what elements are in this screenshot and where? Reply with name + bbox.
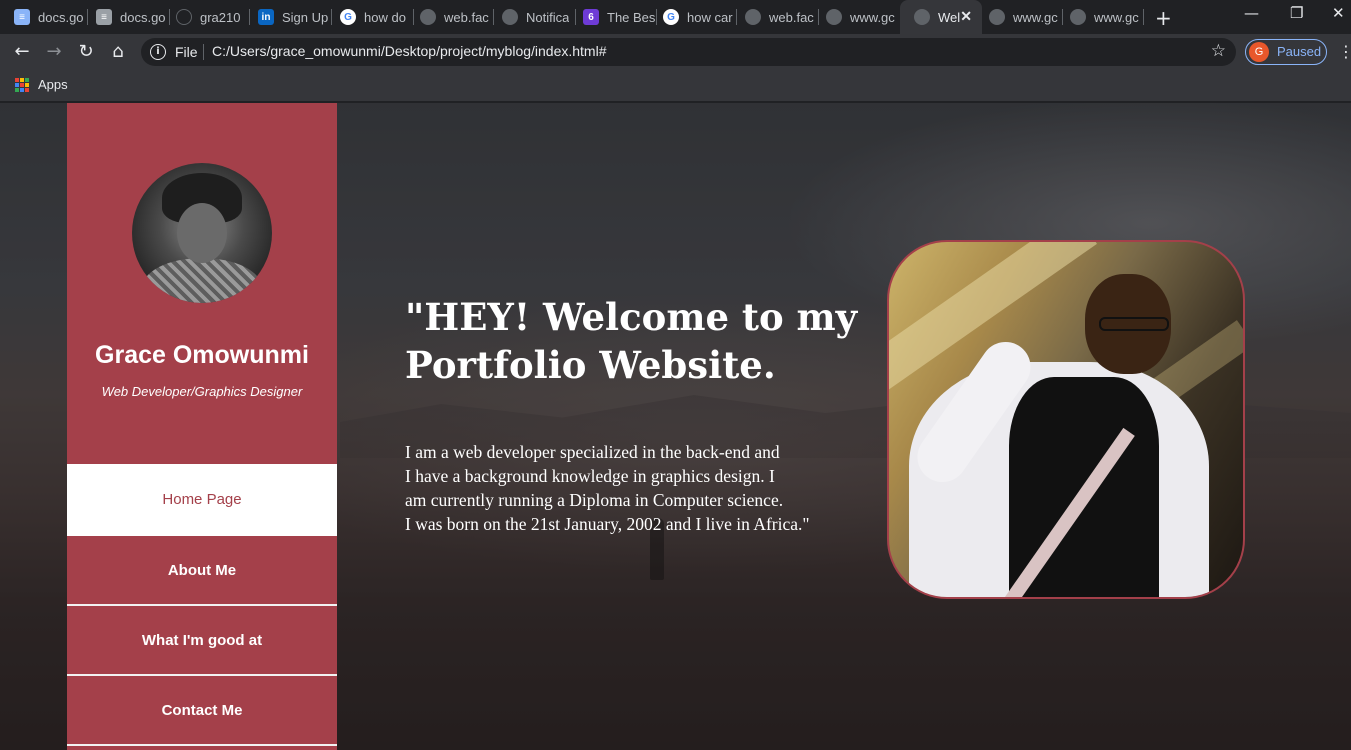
back-icon[interactable]: ← (10, 40, 34, 64)
intro-line: I am a web developer specialized in the … (405, 442, 780, 462)
intro-line: I was born on the 21st January, 2002 and… (405, 514, 810, 534)
hero-title: "HEY! Welcome to my Portfolio Website. (405, 293, 885, 389)
hero-intro: I am a web developer specialized in the … (405, 440, 875, 536)
profile-name: Grace Omowunmi (95, 341, 309, 369)
linkedin-icon: in (258, 9, 274, 25)
github-icon (176, 9, 192, 25)
menu-icon[interactable]: ⋮ (1338, 42, 1351, 61)
profile-button[interactable]: G Paused (1245, 39, 1327, 65)
intro-line: I have a background knowledge in graphic… (405, 466, 775, 486)
bookmark-star-icon[interactable]: ☆ (1211, 41, 1226, 61)
browser-tab[interactable]: gra210 (162, 0, 250, 34)
browser-tab[interactable]: web.fac (731, 0, 819, 34)
new-tab-icon[interactable]: + (1155, 6, 1172, 30)
hero-title-line-2: Portfolio Website. (405, 343, 776, 387)
globe-icon (989, 9, 1005, 25)
globe-icon (420, 9, 436, 25)
globe-icon (745, 9, 761, 25)
browser-tab[interactable]: Notifica (488, 0, 576, 34)
address-bar[interactable]: i File C:/Users/grace_omowunmi/Desktop/p… (141, 38, 1236, 66)
browser-tab[interactable]: web.fac (406, 0, 494, 34)
six-icon: 6 (583, 9, 599, 25)
page-viewport: Grace Omowunmi Web Developer/Graphics De… (0, 103, 1351, 750)
intro-line: am currently running a Diploma in Comput… (405, 490, 784, 510)
docs-icon: ≡ (96, 9, 112, 25)
google-icon: G (340, 9, 356, 25)
globe-icon (1070, 9, 1086, 25)
browser-tab[interactable]: ≡ docs.go (82, 0, 170, 34)
avatar (132, 163, 272, 303)
nav-skills[interactable]: What I'm good at (67, 606, 337, 676)
globe-icon (826, 9, 842, 25)
home-icon[interactable]: ⌂ (106, 40, 130, 64)
profile-role: Web Developer/Graphics Designer (101, 384, 303, 399)
profile-status: Paused (1277, 44, 1322, 59)
restore-icon[interactable]: ❐ (1290, 4, 1303, 22)
sidebar-nav: Home Page About Me What I'm good at Cont… (67, 464, 337, 746)
profile-avatar: G (1249, 42, 1269, 62)
info-icon[interactable]: i (150, 44, 166, 60)
globe-icon (502, 9, 518, 25)
bookmarks-bar: Apps (0, 70, 1351, 102)
sidebar: Grace Omowunmi Web Developer/Graphics De… (67, 103, 337, 750)
url-text[interactable]: C:/Users/grace_omowunmi/Desktop/project/… (212, 43, 607, 59)
browser-tab[interactable]: ≡ docs.go (0, 0, 88, 34)
minimize-icon[interactable]: — (1244, 4, 1259, 22)
forward-icon[interactable]: → (42, 40, 66, 64)
url-scheme: File (175, 44, 198, 60)
google-icon: G (663, 9, 679, 25)
reload-icon[interactable]: ↻ (74, 40, 98, 64)
browser-tab[interactable]: www.gc (975, 0, 1063, 34)
browser-toolbar: ← → ↻ ⌂ i File C:/Users/grace_omowunmi/D… (0, 34, 1351, 70)
nav-about-me[interactable]: About Me (67, 536, 337, 606)
browser-tab[interactable]: www.gc (1056, 0, 1144, 34)
browser-tab[interactable]: Ghow car (649, 0, 737, 34)
browser-tab-active[interactable]: Wel ✕ (900, 0, 982, 34)
nav-contact-me[interactable]: Contact Me (67, 676, 337, 746)
portrait-photo (887, 240, 1245, 599)
globe-icon (914, 9, 930, 25)
browser-tab[interactable]: in Sign Up (244, 0, 332, 34)
close-tab-icon[interactable]: ✕ (960, 8, 972, 25)
tab-strip: ≡ docs.go ≡ docs.go gra210 in Sign Up Ghow … (0, 0, 1351, 34)
browser-tab[interactable]: Ghow do (326, 0, 414, 34)
apps-icon[interactable] (15, 78, 29, 92)
hero-title-line-1: "HEY! Welcome to my (405, 295, 858, 339)
nav-home-page[interactable]: Home Page (67, 464, 337, 536)
browser-tab[interactable]: 6 The Bes (569, 0, 657, 34)
apps-bookmark[interactable]: Apps (38, 77, 68, 92)
close-window-icon[interactable]: ✕ (1332, 4, 1345, 22)
browser-tab[interactable]: www.gc (812, 0, 900, 34)
docs-icon: ≡ (14, 9, 30, 25)
